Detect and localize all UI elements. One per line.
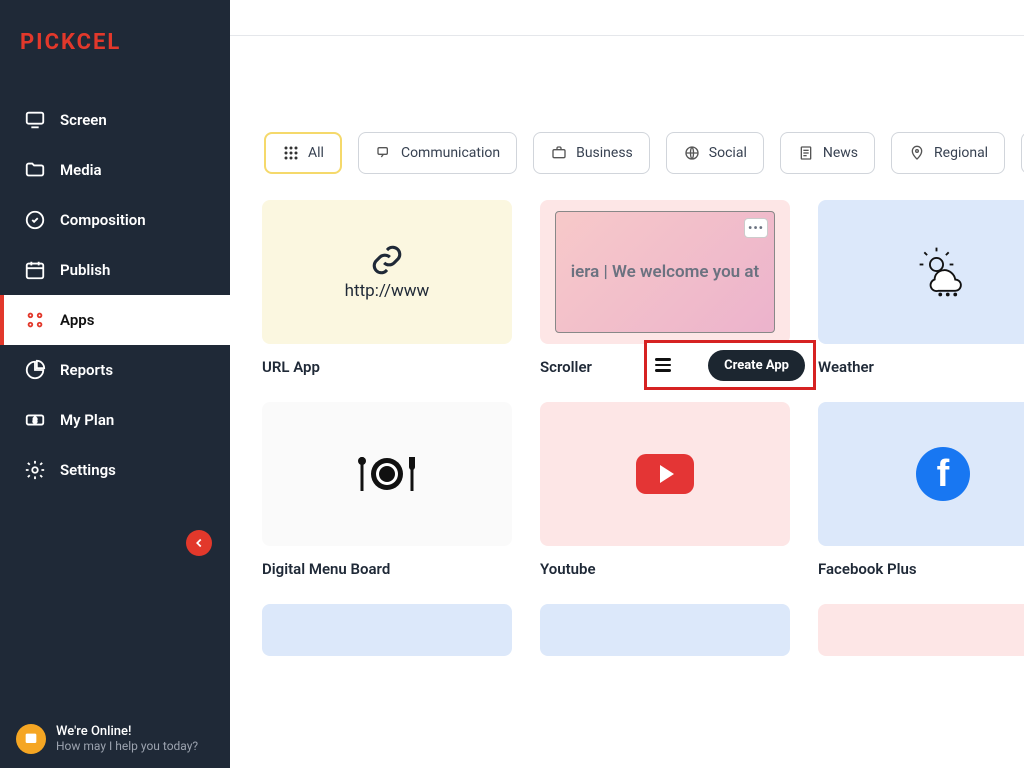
filter-label: Regional <box>934 145 988 161</box>
filter-communication[interactable]: Communication <box>358 132 517 174</box>
app-card-menuboard[interactable]: Digital Menu Board <box>262 402 514 578</box>
sidebar-item-label: My Plan <box>60 411 114 429</box>
pie-icon <box>24 359 46 381</box>
app-card-facebook[interactable]: f Facebook Plus <box>818 402 1024 578</box>
sidebar-item-reports[interactable]: Reports <box>0 345 230 395</box>
filter-label: News <box>823 145 858 161</box>
app-card-url[interactable]: http://www URL App <box>262 200 514 376</box>
ticket-icon: $ <box>24 409 46 431</box>
sidebar-item-screen[interactable]: Screen <box>0 95 230 145</box>
youtube-icon <box>636 454 694 494</box>
chat-title: We're Online! <box>56 724 198 739</box>
weather-icon <box>914 242 974 302</box>
app-card-weather[interactable]: Weather <box>818 200 1024 376</box>
app-tile <box>262 604 512 656</box>
chat-widget[interactable]: We're Online! How may I help you today? <box>16 724 198 754</box>
menu-icon <box>352 449 422 499</box>
chat-text: We're Online! How may I help you today? <box>56 724 198 753</box>
calendar-icon <box>24 259 46 281</box>
folder-icon <box>24 159 46 181</box>
globe-icon <box>683 144 701 162</box>
sidebar-item-composition[interactable]: Composition <box>0 195 230 245</box>
app-name: Digital Menu Board <box>262 560 514 578</box>
app-tile <box>540 402 790 546</box>
filter-label: All <box>308 145 324 161</box>
sidebar-item-media[interactable]: Media <box>0 145 230 195</box>
facebook-icon: f <box>916 447 970 501</box>
app-tile: http://www <box>262 200 512 344</box>
app-tile <box>540 604 790 656</box>
scroller-preview: ••• iera | We welcome you at <box>555 211 775 333</box>
sidebar-item-publish[interactable]: Publish <box>0 245 230 295</box>
app-card-partial-2[interactable] <box>540 604 792 656</box>
filter-label: Business <box>576 145 633 161</box>
sidebar-item-label: Publish <box>60 261 110 279</box>
briefcase-icon <box>550 144 568 162</box>
scroller-text: iera | We welcome you at <box>571 262 760 282</box>
sidebar-item-apps[interactable]: Apps <box>0 295 230 345</box>
filter-all[interactable]: All <box>264 132 342 174</box>
sidebar-item-label: Settings <box>60 461 116 479</box>
filter-news[interactable]: News <box>780 132 875 174</box>
filter-tabs: All Communication Business Social News R… <box>244 132 1024 174</box>
tile-menu-button[interactable]: ••• <box>744 218 768 238</box>
link-icon: http://www <box>345 243 430 301</box>
grid-icon <box>24 309 46 331</box>
edit-icon <box>24 209 46 231</box>
brand-logo: PICKCEL <box>0 0 230 95</box>
collapse-sidebar-button[interactable] <box>186 530 212 556</box>
app-card-youtube[interactable]: Youtube <box>540 402 792 578</box>
sidebar-item-settings[interactable]: Settings <box>0 445 230 495</box>
gear-icon <box>24 459 46 481</box>
filter-label: Social <box>709 145 747 161</box>
app-name: Youtube <box>540 560 792 578</box>
sidebar-item-label: Apps <box>60 311 94 329</box>
chat-icon <box>16 724 46 754</box>
svg-text:$: $ <box>33 416 37 425</box>
sidebar-item-label: Composition <box>60 211 146 229</box>
list-view-button[interactable] <box>655 358 671 372</box>
sidebar-item-label: Screen <box>60 111 107 129</box>
app-tile <box>262 402 512 546</box>
filter-label: Communication <box>401 145 500 161</box>
app-tile: ••• iera | We welcome you at <box>540 200 790 344</box>
sidebar: PICKCEL Screen Media Composition Publish… <box>0 0 230 768</box>
chat-icon <box>375 144 393 162</box>
app-name: URL App <box>262 358 514 376</box>
monitor-icon <box>24 109 46 131</box>
create-app-button[interactable]: Create App <box>708 350 805 381</box>
doc-icon <box>797 144 815 162</box>
header-divider <box>230 20 1024 36</box>
app-card-partial-1[interactable] <box>262 604 514 656</box>
filter-regional[interactable]: Regional <box>891 132 1005 174</box>
nav: Screen Media Composition Publish Apps Re… <box>0 95 230 495</box>
create-app-highlight: Create App <box>644 340 816 390</box>
grid-icon <box>282 144 300 162</box>
sidebar-item-myplan[interactable]: $ My Plan <box>0 395 230 445</box>
chat-subtitle: How may I help you today? <box>56 739 198 753</box>
app-tile <box>818 200 1024 344</box>
app-grid: http://www URL App ••• iera | We welcome… <box>262 200 1024 696</box>
app-card-partial-3[interactable] <box>818 604 1024 656</box>
filter-social[interactable]: Social <box>666 132 764 174</box>
pin-icon <box>908 144 926 162</box>
app-tile: f <box>818 402 1024 546</box>
sidebar-item-label: Media <box>60 161 102 179</box>
app-name: Weather <box>818 358 1024 376</box>
app-name: Facebook Plus <box>818 560 1024 578</box>
url-subtitle: http://www <box>345 281 430 301</box>
app-tile <box>818 604 1024 656</box>
sidebar-item-label: Reports <box>60 361 113 379</box>
filter-business[interactable]: Business <box>533 132 650 174</box>
